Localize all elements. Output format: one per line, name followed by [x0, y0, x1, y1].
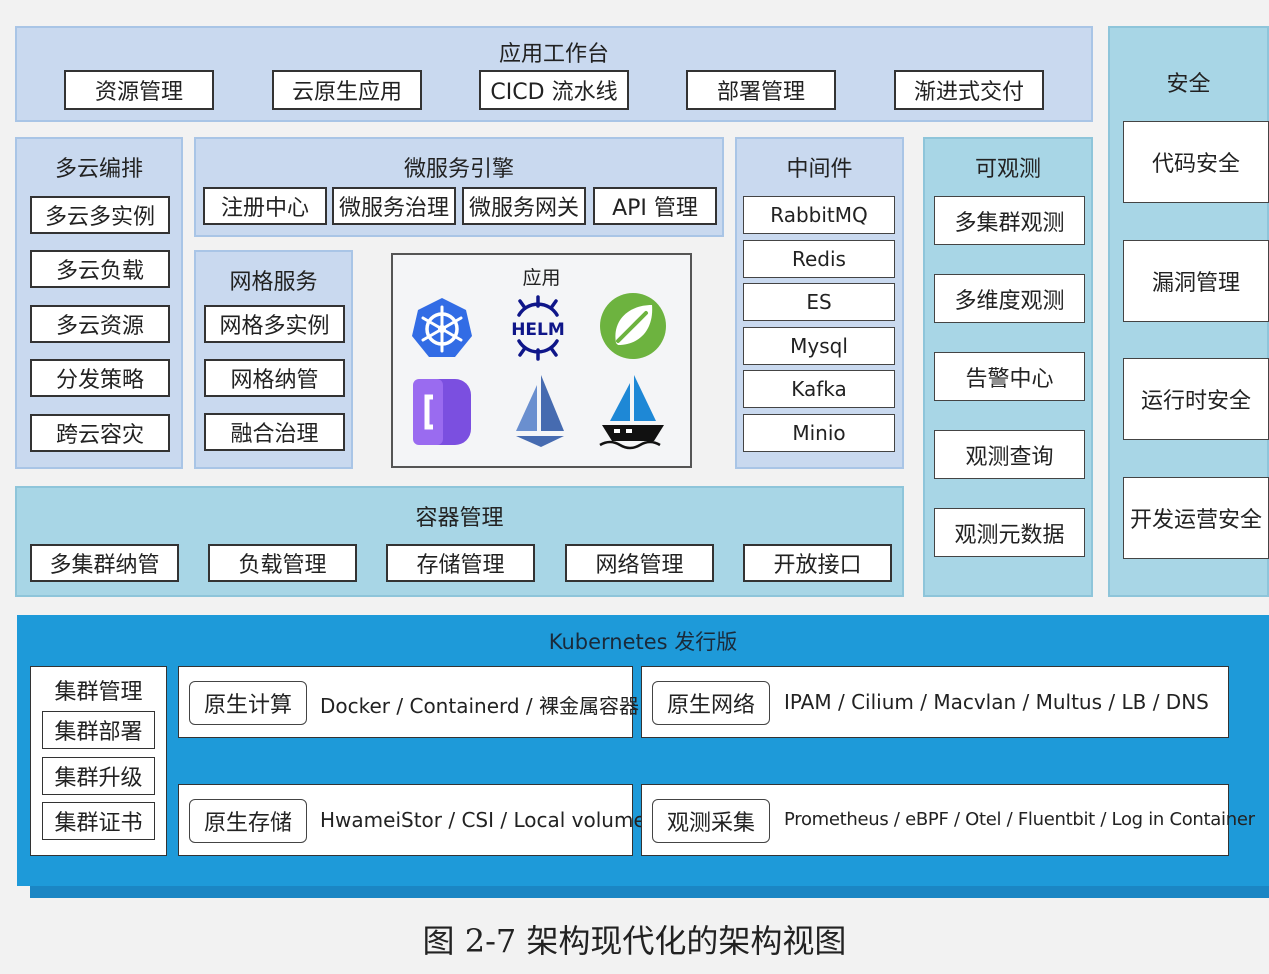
observability-item: 观测查询: [934, 430, 1085, 479]
helm-text: HELM: [511, 320, 565, 340]
middleware-item: ES: [743, 283, 895, 321]
apps-title: 应用: [522, 267, 561, 289]
container-item: 开放接口: [743, 544, 892, 582]
workbench-item: 资源管理: [64, 70, 214, 110]
observability-panel: 可观测 多集群观测 多维度观测 告警中心 观测查询 观测元数据: [923, 137, 1093, 597]
network-label: 原生网络: [652, 681, 770, 725]
security-item: 开发运营安全: [1123, 477, 1269, 559]
observability-title: 可观测: [974, 157, 1041, 182]
network-row: 原生网络 IPAM / Cilium / Macvlan / Multus / …: [641, 666, 1229, 738]
spring-icon: [600, 293, 666, 359]
apps-panel: 应用 HELM: [391, 253, 692, 468]
observe-label: 观测采集: [652, 799, 770, 843]
microservice-item: API 管理: [593, 187, 717, 225]
kubernetes-title: Kubernetes 发行版: [548, 630, 738, 654]
microservice-item: 微服务治理: [332, 187, 456, 225]
cluster-panel: 集群管理 集群部署 集群升级 集群证书: [30, 666, 167, 856]
workbench-item: 部署管理: [686, 70, 836, 110]
observability-item: 多集群观测: [934, 196, 1085, 245]
mesh-item: 网格多实例: [204, 305, 345, 343]
cluster-item: 集群证书: [42, 802, 155, 840]
security-title: 安全: [1166, 72, 1211, 97]
workbench-item: 云原生应用: [272, 70, 422, 110]
observability-item: 观测元数据: [934, 508, 1085, 557]
microservice-item: 注册中心: [203, 187, 327, 225]
container-item: 多集群纳管: [30, 544, 179, 582]
observability-item: 告警中心: [934, 352, 1085, 401]
storage-row: 原生存储 HwameiStor / CSI / Local volume: [178, 784, 646, 856]
compute-label: 原生计算: [189, 681, 307, 725]
multicloud-item: 多云负载: [30, 250, 170, 288]
middleware-item: Redis: [743, 240, 895, 278]
workbench-item: 渐进式交付: [894, 70, 1044, 110]
multicloud-item: 多云多实例: [30, 196, 170, 234]
compute-desc: Docker / Containerd / 裸金属容器: [320, 694, 640, 718]
sail-icon: [516, 375, 564, 447]
container-item: 存储管理: [386, 544, 535, 582]
security-panel: 安全 代码安全 漏洞管理 运行时安全 开发运营安全: [1108, 26, 1269, 597]
workbench-panel: 应用工作台 资源管理 云原生应用 CICD 流水线 部署管理 渐进式交付: [15, 26, 1093, 122]
network-desc: IPAM / Cilium / Macvlan / Multus / LB / …: [784, 690, 1209, 714]
multicloud-item: 多云资源: [30, 305, 170, 343]
container-item: 网络管理: [565, 544, 714, 582]
mesh-item: 融合治理: [204, 413, 345, 451]
middleware-item: RabbitMQ: [743, 196, 895, 234]
sailboat-icon: [599, 375, 664, 450]
kubernetes-panel: Kubernetes 发行版 集群管理 集群部署 集群升级 集群证书 原生计算 …: [17, 615, 1269, 886]
observe-row: 观测采集 Prometheus / eBPF / Otel / Fluentbi…: [641, 784, 1255, 856]
middleware-item: Minio: [743, 414, 895, 452]
security-item: 运行时安全: [1123, 358, 1269, 440]
middleware-item: Kafka: [743, 370, 895, 408]
observe-desc: Prometheus / eBPF / Otel / Fluentbit / L…: [784, 809, 1255, 830]
observability-item: 多维度观测: [934, 274, 1085, 323]
cluster-item: 集群部署: [42, 711, 155, 749]
storage-label: 原生存储: [189, 799, 307, 843]
multicloud-panel: 多云编排 多云多实例 多云负载 多云资源 分发策略 跨云容灾: [15, 137, 183, 469]
middleware-title: 中间件: [786, 157, 853, 182]
multicloud-item: 跨云容灾: [30, 414, 170, 452]
dapr-icon: [413, 379, 471, 445]
compute-row: 原生计算 Docker / Containerd / 裸金属容器: [178, 666, 639, 738]
cluster-item: 集群升级: [42, 757, 155, 795]
mesh-panel: 网格服务 网格多实例 网格纳管 融合治理: [194, 250, 353, 469]
storage-desc: HwameiStor / CSI / Local volume: [320, 808, 646, 832]
security-item: 漏洞管理: [1123, 240, 1269, 322]
figure-caption: 图 2-7 架构现代化的架构视图: [422, 922, 847, 960]
multicloud-title: 多云编排: [54, 157, 143, 182]
cluster-title: 集群管理: [54, 680, 143, 705]
mesh-title: 网格服务: [229, 270, 318, 295]
mesh-item: 网格纳管: [204, 359, 345, 397]
workbench-title: 应用工作台: [498, 42, 609, 67]
middleware-item: Mysql: [743, 327, 895, 365]
multicloud-item: 分发策略: [30, 359, 170, 397]
container-panel: 容器管理 多集群纳管 负载管理 存储管理 网络管理 开放接口: [15, 486, 904, 597]
microservice-panel: 微服务引擎 注册中心 微服务治理 微服务网关 API 管理: [194, 137, 724, 237]
workbench-item: CICD 流水线: [479, 70, 629, 110]
microservice-item: 微服务网关: [462, 187, 586, 225]
container-item: 负载管理: [208, 544, 357, 582]
kubernetes-icon: [412, 298, 472, 357]
middleware-panel: 中间件 RabbitMQ Redis ES Mysql Kafka Minio: [735, 137, 904, 469]
security-item: 代码安全: [1123, 121, 1269, 203]
container-title: 容器管理: [415, 506, 504, 531]
helm-icon: HELM: [511, 295, 565, 361]
microservice-title: 微服务引擎: [403, 157, 514, 182]
